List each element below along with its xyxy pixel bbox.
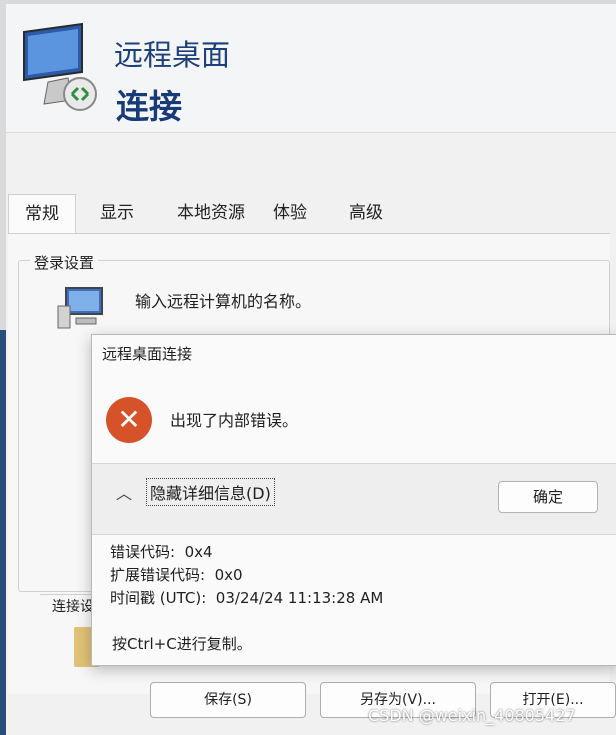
error-message: 出现了内部错误。 bbox=[170, 411, 299, 430]
timestamp: 时间戳 (UTC): 03/24/24 11:13:28 AM bbox=[110, 589, 384, 607]
tab-general[interactable]: 常规 bbox=[8, 194, 76, 235]
error-dialog-title: 远程桌面连接 bbox=[102, 345, 193, 363]
extended-error-code: 扩展错误代码: 0x0 bbox=[110, 566, 243, 584]
chevron-up-icon[interactable]: ︿ bbox=[116, 480, 132, 504]
copy-hint: 按Ctrl+C进行复制。 bbox=[112, 635, 252, 653]
window-subtitle: 连接 bbox=[116, 87, 182, 126]
tab-experience[interactable]: 体验 bbox=[262, 194, 318, 232]
computer-icon bbox=[57, 287, 103, 329]
error-icon: ✕ bbox=[106, 397, 152, 443]
hide-details-button[interactable]: 隐藏详细信息(D) bbox=[146, 478, 275, 506]
error-dialog: 远程桌面连接 ✕ 出现了内部错误。 ︿ 隐藏详细信息(D) 确定 错误代码: 0… bbox=[91, 334, 616, 666]
error-details: 错误代码: 0x4 扩展错误代码: 0x0 时间戳 (UTC): 03/24/2… bbox=[110, 541, 383, 610]
login-settings-title: 登录设置 bbox=[30, 252, 99, 273]
ok-button[interactable]: 确定 bbox=[498, 481, 598, 513]
watermark: CSDN @weixin_40805427 bbox=[368, 706, 576, 725]
connection-settings-title: 连接设 bbox=[52, 599, 94, 615]
banner-divider bbox=[6, 132, 616, 133]
tab-bar: 常规 显示 本地资源 体验 高级 bbox=[8, 194, 408, 235]
tab-advanced[interactable]: 高级 bbox=[338, 194, 394, 232]
login-hint: 输入远程计算机的名称。 bbox=[135, 292, 312, 311]
banner: 远程桌面 连接 bbox=[6, 4, 616, 132]
save-button[interactable]: 保存(S) bbox=[150, 682, 306, 718]
error-code: 错误代码: 0x4 bbox=[110, 543, 213, 561]
remote-desktop-icon bbox=[23, 22, 97, 111]
tab-display[interactable]: 显示 bbox=[86, 194, 148, 232]
tab-local-resources[interactable]: 本地资源 bbox=[168, 194, 254, 232]
window-title: 远程桌面 bbox=[114, 38, 231, 72]
